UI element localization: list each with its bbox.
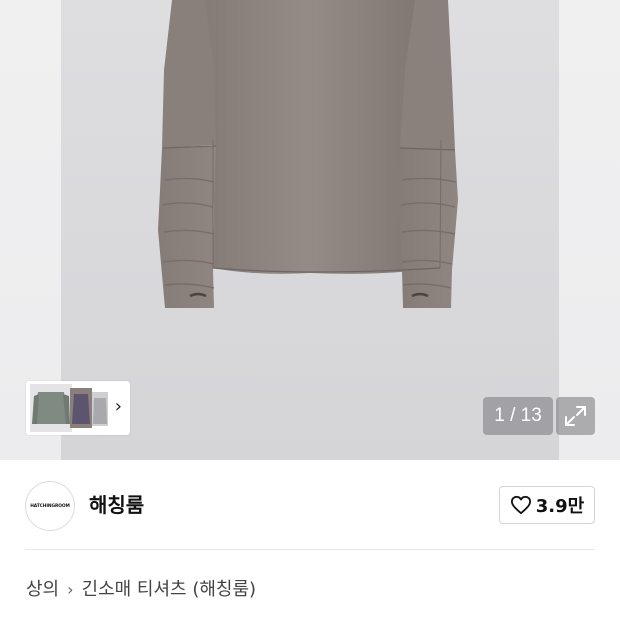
- product-image-gallery[interactable]: › 1 / 13: [0, 0, 620, 460]
- breadcrumb-category[interactable]: 상의: [26, 577, 59, 603]
- image-counter: 1 / 13: [483, 397, 553, 435]
- thumbnail-strip[interactable]: ›: [26, 381, 130, 435]
- thumbnail-images[interactable]: [30, 384, 112, 432]
- breadcrumb-subcategory[interactable]: 긴소매 티셔츠 (해칭룸): [82, 577, 257, 603]
- brand-name[interactable]: 해칭룸: [89, 491, 144, 519]
- chevron-right-icon[interactable]: ›: [115, 397, 122, 417]
- expand-icon: [565, 406, 586, 426]
- brand-logo-text: HATCHINGROOM: [30, 503, 70, 509]
- like-button[interactable]: 3.9만: [499, 486, 595, 524]
- expand-button[interactable]: [556, 397, 595, 435]
- like-count: 3.9만: [535, 496, 585, 517]
- divider: [25, 549, 595, 550]
- heart-outline-icon: [510, 495, 531, 515]
- brand-row: HATCHINGROOM 해칭룸 3.9만: [0, 461, 620, 549]
- brand-logo[interactable]: HATCHINGROOM: [25, 481, 75, 531]
- chevron-right-icon: ›: [67, 580, 74, 599]
- breadcrumb: 상의 › 긴소매 티셔츠 (해칭룸): [26, 577, 256, 603]
